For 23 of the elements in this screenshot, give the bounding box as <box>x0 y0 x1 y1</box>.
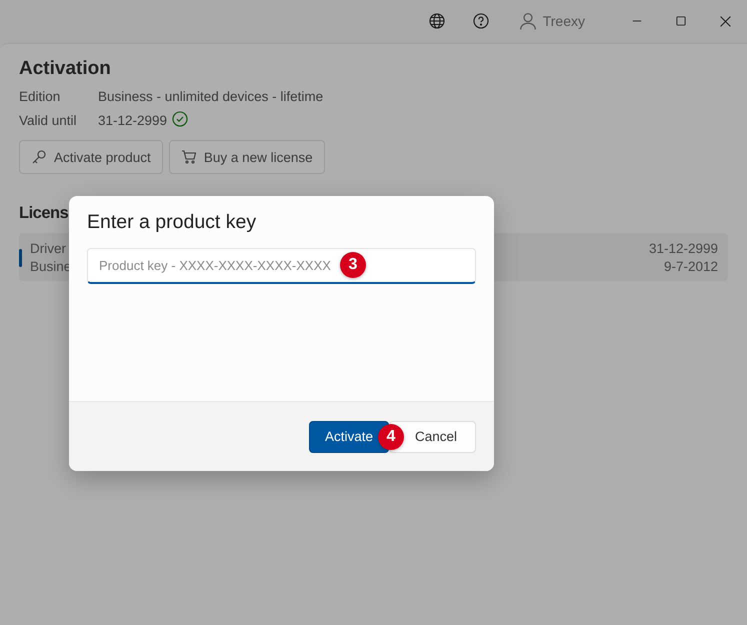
license-edition: Busine <box>30 258 72 274</box>
activate-product-button[interactable]: Activate product <box>19 140 163 174</box>
section-title: Licens <box>19 204 68 223</box>
dialog-title: Enter a product key <box>87 211 258 234</box>
field-label: Valid until <box>19 112 78 128</box>
account-button[interactable]: Treexy <box>512 11 591 31</box>
license-name: Driver <box>30 240 67 256</box>
maximize-icon <box>675 15 687 27</box>
field-value: 31-12-2999 <box>98 112 168 128</box>
globe-icon <box>428 13 445 29</box>
check-circle-icon <box>172 110 188 126</box>
field-value: Business - unlimited devices - lifetime <box>98 88 324 104</box>
person-icon <box>518 12 537 30</box>
help-icon <box>472 13 489 29</box>
close-icon <box>718 14 732 28</box>
field-label: Edition <box>19 88 62 104</box>
cart-icon <box>180 149 197 165</box>
user-name: Treexy <box>542 13 585 29</box>
buy-license-button[interactable]: Buy a new license <box>168 140 325 174</box>
section-title: Activation <box>19 58 111 80</box>
license-date: 9-7-2012 <box>664 258 718 274</box>
license-valid-until: 31-12-2999 <box>648 240 718 256</box>
key-icon <box>31 149 47 165</box>
